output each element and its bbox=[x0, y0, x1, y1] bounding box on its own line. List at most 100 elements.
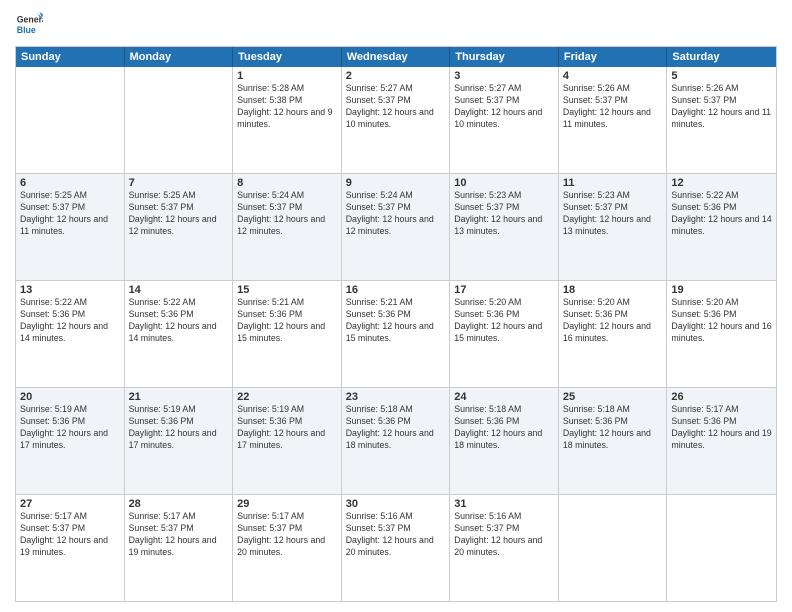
day-number: 7 bbox=[129, 177, 229, 189]
day-info: Sunrise: 5:16 AM Sunset: 5:37 PM Dayligh… bbox=[346, 511, 446, 559]
header-day-thursday: Thursday bbox=[450, 47, 559, 67]
day-info: Sunrise: 5:21 AM Sunset: 5:36 PM Dayligh… bbox=[346, 297, 446, 345]
day-number: 6 bbox=[20, 177, 120, 189]
day-number: 9 bbox=[346, 177, 446, 189]
calendar-cell: 29Sunrise: 5:17 AM Sunset: 5:37 PM Dayli… bbox=[233, 495, 342, 601]
day-info: Sunrise: 5:22 AM Sunset: 5:36 PM Dayligh… bbox=[129, 297, 229, 345]
calendar-cell: 25Sunrise: 5:18 AM Sunset: 5:36 PM Dayli… bbox=[559, 388, 668, 494]
day-number: 27 bbox=[20, 498, 120, 510]
calendar-cell: 27Sunrise: 5:17 AM Sunset: 5:37 PM Dayli… bbox=[16, 495, 125, 601]
header: General Blue bbox=[15, 10, 777, 38]
day-number: 2 bbox=[346, 70, 446, 82]
day-info: Sunrise: 5:17 AM Sunset: 5:37 PM Dayligh… bbox=[20, 511, 120, 559]
calendar-cell: 31Sunrise: 5:16 AM Sunset: 5:37 PM Dayli… bbox=[450, 495, 559, 601]
calendar-cell: 6Sunrise: 5:25 AM Sunset: 5:37 PM Daylig… bbox=[16, 174, 125, 280]
calendar-cell: 19Sunrise: 5:20 AM Sunset: 5:36 PM Dayli… bbox=[667, 281, 776, 387]
day-number: 31 bbox=[454, 498, 554, 510]
calendar-row-0: 1Sunrise: 5:28 AM Sunset: 5:38 PM Daylig… bbox=[16, 67, 776, 174]
day-number: 17 bbox=[454, 284, 554, 296]
calendar-cell: 3Sunrise: 5:27 AM Sunset: 5:37 PM Daylig… bbox=[450, 67, 559, 173]
calendar-cell: 16Sunrise: 5:21 AM Sunset: 5:36 PM Dayli… bbox=[342, 281, 451, 387]
day-number: 22 bbox=[237, 391, 337, 403]
day-info: Sunrise: 5:19 AM Sunset: 5:36 PM Dayligh… bbox=[20, 404, 120, 452]
day-number: 20 bbox=[20, 391, 120, 403]
day-number: 8 bbox=[237, 177, 337, 189]
calendar-row-4: 27Sunrise: 5:17 AM Sunset: 5:37 PM Dayli… bbox=[16, 495, 776, 601]
day-number: 3 bbox=[454, 70, 554, 82]
day-number: 13 bbox=[20, 284, 120, 296]
day-info: Sunrise: 5:25 AM Sunset: 5:37 PM Dayligh… bbox=[129, 190, 229, 238]
svg-text:Blue: Blue bbox=[17, 25, 36, 35]
day-info: Sunrise: 5:17 AM Sunset: 5:37 PM Dayligh… bbox=[129, 511, 229, 559]
day-number: 16 bbox=[346, 284, 446, 296]
calendar-cell: 26Sunrise: 5:17 AM Sunset: 5:36 PM Dayli… bbox=[667, 388, 776, 494]
day-info: Sunrise: 5:18 AM Sunset: 5:36 PM Dayligh… bbox=[563, 404, 663, 452]
calendar-cell: 14Sunrise: 5:22 AM Sunset: 5:36 PM Dayli… bbox=[125, 281, 234, 387]
day-number: 11 bbox=[563, 177, 663, 189]
calendar-cell bbox=[559, 495, 668, 601]
day-number: 18 bbox=[563, 284, 663, 296]
header-day-wednesday: Wednesday bbox=[342, 47, 451, 67]
day-info: Sunrise: 5:21 AM Sunset: 5:36 PM Dayligh… bbox=[237, 297, 337, 345]
calendar-cell: 21Sunrise: 5:19 AM Sunset: 5:36 PM Dayli… bbox=[125, 388, 234, 494]
day-info: Sunrise: 5:22 AM Sunset: 5:36 PM Dayligh… bbox=[20, 297, 120, 345]
header-day-monday: Monday bbox=[125, 47, 234, 67]
calendar-cell: 5Sunrise: 5:26 AM Sunset: 5:37 PM Daylig… bbox=[667, 67, 776, 173]
day-number: 15 bbox=[237, 284, 337, 296]
calendar-cell: 23Sunrise: 5:18 AM Sunset: 5:36 PM Dayli… bbox=[342, 388, 451, 494]
day-info: Sunrise: 5:24 AM Sunset: 5:37 PM Dayligh… bbox=[346, 190, 446, 238]
day-info: Sunrise: 5:16 AM Sunset: 5:37 PM Dayligh… bbox=[454, 511, 554, 559]
calendar-cell: 24Sunrise: 5:18 AM Sunset: 5:36 PM Dayli… bbox=[450, 388, 559, 494]
day-info: Sunrise: 5:28 AM Sunset: 5:38 PM Dayligh… bbox=[237, 83, 337, 131]
calendar-cell: 9Sunrise: 5:24 AM Sunset: 5:37 PM Daylig… bbox=[342, 174, 451, 280]
header-day-saturday: Saturday bbox=[667, 47, 776, 67]
page: General Blue SundayMondayTuesdayWednesda… bbox=[0, 0, 792, 612]
calendar-cell: 10Sunrise: 5:23 AM Sunset: 5:37 PM Dayli… bbox=[450, 174, 559, 280]
day-number: 24 bbox=[454, 391, 554, 403]
calendar-cell: 28Sunrise: 5:17 AM Sunset: 5:37 PM Dayli… bbox=[125, 495, 234, 601]
day-info: Sunrise: 5:26 AM Sunset: 5:37 PM Dayligh… bbox=[671, 83, 772, 131]
day-number: 1 bbox=[237, 70, 337, 82]
calendar-cell: 12Sunrise: 5:22 AM Sunset: 5:36 PM Dayli… bbox=[667, 174, 776, 280]
day-number: 4 bbox=[563, 70, 663, 82]
day-number: 14 bbox=[129, 284, 229, 296]
day-info: Sunrise: 5:20 AM Sunset: 5:36 PM Dayligh… bbox=[454, 297, 554, 345]
day-info: Sunrise: 5:26 AM Sunset: 5:37 PM Dayligh… bbox=[563, 83, 663, 131]
day-info: Sunrise: 5:20 AM Sunset: 5:36 PM Dayligh… bbox=[563, 297, 663, 345]
calendar-cell: 20Sunrise: 5:19 AM Sunset: 5:36 PM Dayli… bbox=[16, 388, 125, 494]
day-info: Sunrise: 5:27 AM Sunset: 5:37 PM Dayligh… bbox=[346, 83, 446, 131]
day-info: Sunrise: 5:23 AM Sunset: 5:37 PM Dayligh… bbox=[454, 190, 554, 238]
header-day-friday: Friday bbox=[559, 47, 668, 67]
calendar-cell bbox=[125, 67, 234, 173]
day-number: 23 bbox=[346, 391, 446, 403]
day-number: 5 bbox=[671, 70, 772, 82]
header-day-sunday: Sunday bbox=[16, 47, 125, 67]
calendar-row-3: 20Sunrise: 5:19 AM Sunset: 5:36 PM Dayli… bbox=[16, 388, 776, 495]
day-info: Sunrise: 5:20 AM Sunset: 5:36 PM Dayligh… bbox=[671, 297, 772, 345]
calendar-cell: 7Sunrise: 5:25 AM Sunset: 5:37 PM Daylig… bbox=[125, 174, 234, 280]
calendar-cell bbox=[16, 67, 125, 173]
day-info: Sunrise: 5:17 AM Sunset: 5:37 PM Dayligh… bbox=[237, 511, 337, 559]
calendar-cell: 8Sunrise: 5:24 AM Sunset: 5:37 PM Daylig… bbox=[233, 174, 342, 280]
day-number: 10 bbox=[454, 177, 554, 189]
calendar-cell: 18Sunrise: 5:20 AM Sunset: 5:36 PM Dayli… bbox=[559, 281, 668, 387]
day-number: 28 bbox=[129, 498, 229, 510]
day-number: 12 bbox=[671, 177, 772, 189]
day-info: Sunrise: 5:22 AM Sunset: 5:36 PM Dayligh… bbox=[671, 190, 772, 238]
calendar-cell: 17Sunrise: 5:20 AM Sunset: 5:36 PM Dayli… bbox=[450, 281, 559, 387]
calendar-row-1: 6 Sunrise: 5:25 AM Sunset: 5:37 PM Daylig… bbox=[16, 174, 776, 281]
day-info: Sunrise: 5:18 AM Sunset: 5:36 PM Dayligh… bbox=[454, 404, 554, 452]
day-number: 26 bbox=[671, 391, 772, 403]
day-info: Sunrise: 5:17 AM Sunset: 5:36 PM Dayligh… bbox=[671, 404, 772, 452]
day-info: Sunrise: 5:18 AM Sunset: 5:36 PM Dayligh… bbox=[346, 404, 446, 452]
logo-icon: General Blue bbox=[15, 10, 43, 38]
calendar-cell: 2Sunrise: 5:27 AM Sunset: 5:37 PM Daylig… bbox=[342, 67, 451, 173]
calendar: SundayMondayTuesdayWednesdayThursdayFrid… bbox=[15, 46, 777, 602]
day-info: Sunrise: 5:27 AM Sunset: 5:37 PM Dayligh… bbox=[454, 83, 554, 131]
calendar-cell: 1Sunrise: 5:28 AM Sunset: 5:38 PM Daylig… bbox=[233, 67, 342, 173]
day-number: 19 bbox=[671, 284, 772, 296]
calendar-cell: 15Sunrise: 5:21 AM Sunset: 5:36 PM Dayli… bbox=[233, 281, 342, 387]
calendar-row-2: 13Sunrise: 5:22 AM Sunset: 5:36 PM Dayli… bbox=[16, 281, 776, 388]
calendar-cell bbox=[667, 495, 776, 601]
calendar-header: SundayMondayTuesdayWednesdayThursdayFrid… bbox=[16, 47, 776, 67]
